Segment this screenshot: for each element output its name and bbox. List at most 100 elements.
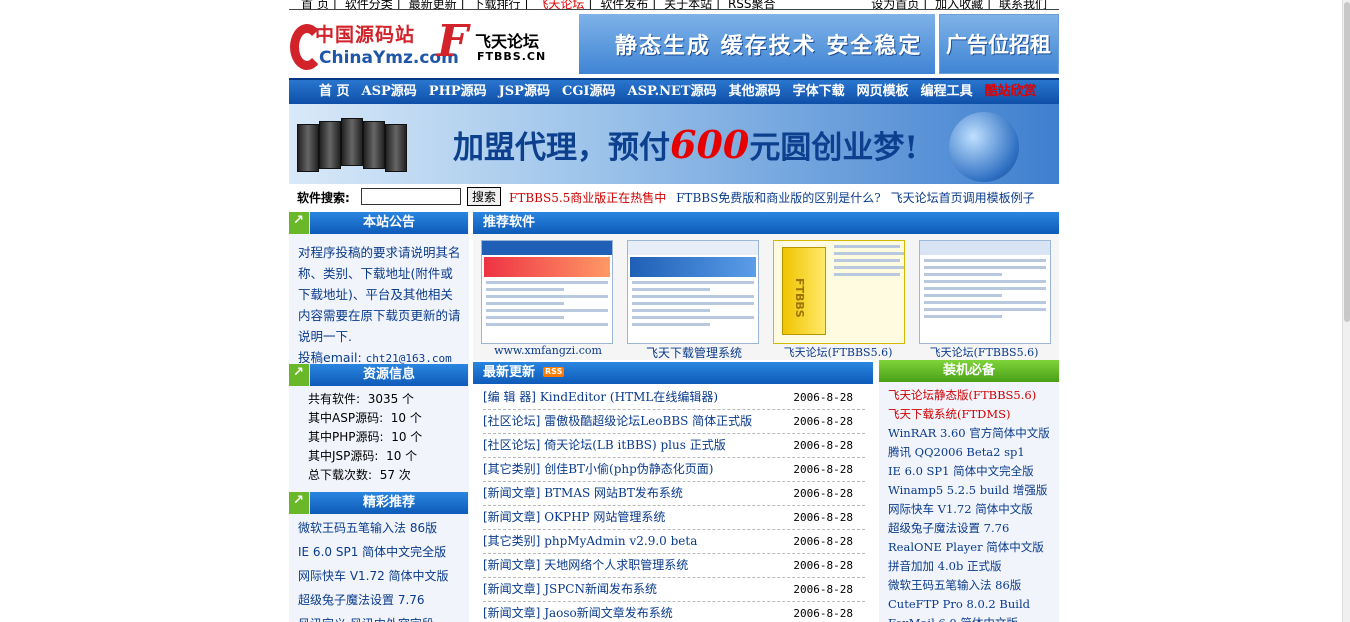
essential-item[interactable]: WinRAR 3.60 官方简体中文版 xyxy=(888,424,1058,443)
promo-link-ftbbs-sale[interactable]: FTBBS5.5商业版正在热售中 xyxy=(509,191,666,205)
slogan-banner[interactable]: 静态生成 缓存技术 安全稳定 xyxy=(579,14,935,74)
latest-item-category[interactable]: [新闻文章] xyxy=(483,582,540,596)
nav-item-asp[interactable]: ASP源码 xyxy=(362,80,417,104)
latest-item-category[interactable]: [编 辑 器] xyxy=(483,390,536,404)
nav-item-templates[interactable]: 网页模板 xyxy=(857,80,909,104)
essential-item[interactable]: 微软王码五笔输入法 86版 xyxy=(888,576,1058,595)
software-caption[interactable]: 飞天论坛(FTBBS5.6) xyxy=(763,344,913,360)
nav-item-showcase[interactable]: 酷站欣赏 xyxy=(985,80,1037,104)
top-link-set-home[interactable]: 设为首页 xyxy=(871,0,919,9)
latest-item[interactable]: [新闻文章] BTMAS 网站BT发布系统 2006-8-28 xyxy=(483,482,865,506)
software-thumbnail[interactable] xyxy=(481,240,613,344)
essential-item[interactable]: RealONE Player 简体中文版 xyxy=(888,538,1058,557)
latest-item[interactable]: [其它类别] phpMyAdmin v2.9.0 beta 2006-8-28 xyxy=(483,530,865,554)
promo-link-ftbbs-diff[interactable]: FTBBS免费版和商业版的区别是什么? xyxy=(676,191,881,205)
latest-item-title[interactable]: JSPCN新闻发布系统 xyxy=(544,582,657,596)
nav-item-other[interactable]: 其他源码 xyxy=(729,80,781,104)
top-link-about[interactable]: 关于本站 xyxy=(664,0,712,9)
essentials-list: 飞天论坛静态版(FTBBS5.6) 飞天下载系统(FTDMS) WinRAR 3.6… xyxy=(888,386,1058,622)
top-link-latest[interactable]: 最新更新 xyxy=(409,0,457,9)
latest-item[interactable]: [社区论坛] 雷傲极酷超级论坛LeoBBS 简体正式版 2006-8-28 xyxy=(483,410,865,434)
search-label: 软件搜索: xyxy=(297,191,350,205)
latest-item-date: 2006-8-28 xyxy=(793,415,853,428)
pick-item[interactable]: 风讯定义 风讯内外容字段 xyxy=(298,612,468,622)
forum-logo[interactable]: F 飞天论坛 FTBBS.CN xyxy=(435,14,575,74)
pick-item[interactable]: 超级兔子魔法设置 7.76 xyxy=(298,588,468,612)
vertical-scrollbar[interactable] xyxy=(1342,0,1350,622)
essential-item[interactable]: IE 6.0 SP1 简体中文完全版 xyxy=(888,462,1058,481)
latest-item-category[interactable]: [新闻文章] xyxy=(483,486,540,500)
pick-item[interactable]: IE 6.0 SP1 简体中文完全版 xyxy=(298,540,468,564)
nav-item-fonts[interactable]: 字体下载 xyxy=(793,80,845,104)
pick-item[interactable]: 微软王码五笔输入法 86版 xyxy=(298,516,468,540)
essential-item[interactable]: Winamp5 5.2.5 build 增强版 xyxy=(888,481,1058,500)
latest-item-title[interactable]: BTMAS 网站BT发布系统 xyxy=(544,486,683,500)
essential-item[interactable]: 拼音加加 4.0b 正式版 xyxy=(888,557,1058,576)
latest-item-title[interactable]: Jaoso新闻文章发布系统 xyxy=(544,606,673,620)
software-caption[interactable]: 飞天论坛(FTBBS5.6) xyxy=(909,344,1059,360)
search-input[interactable] xyxy=(361,188,461,205)
top-link-contact[interactable]: 联系我们 xyxy=(999,0,1047,9)
resource-value: 10 个 xyxy=(386,449,418,463)
software-caption[interactable]: www.xmfangzi.com xyxy=(473,344,623,357)
latest-item-category[interactable]: [其它类别] xyxy=(483,462,540,476)
latest-item-title[interactable]: 倚天论坛(LB itBBS) plus 正式版 xyxy=(544,438,726,452)
top-link-publish[interactable]: 软件发布 xyxy=(600,0,648,9)
top-link-rss[interactable]: RSS聚合 xyxy=(728,0,776,9)
software-caption[interactable]: 飞天下载管理系统 xyxy=(619,344,769,361)
latest-item[interactable]: [新闻文章] Jaoso新闻文章发布系统 2006-8-28 xyxy=(483,602,865,622)
essential-item[interactable]: 超级兔子魔法设置 7.76 xyxy=(888,519,1058,538)
latest-item-category[interactable]: [新闻文章] xyxy=(483,558,540,572)
latest-item-title[interactable]: OKPHP 网站管理系统 xyxy=(544,510,665,524)
resource-row: 其中ASP源码: 10 个 xyxy=(308,409,468,428)
latest-item-title[interactable]: KindEditor (HTML在线编辑器) xyxy=(540,390,718,404)
latest-item-title[interactable]: 雷傲极酷超级论坛LeoBBS 简体正式版 xyxy=(544,414,752,428)
latest-item-category[interactable]: [新闻文章] xyxy=(483,510,540,524)
latest-item-category[interactable]: [社区论坛] xyxy=(483,438,540,452)
top-link-bookmark[interactable]: 加入收藏 xyxy=(935,0,983,9)
latest-item-title[interactable]: phpMyAdmin v2.9.0 beta xyxy=(544,534,697,548)
promo-link-forum-template[interactable]: 飞天论坛首页调用模板例子 xyxy=(891,191,1035,205)
promo-banner[interactable]: 加盟代理，预付600元圆创业梦! xyxy=(289,104,1059,184)
nav-item-cgi[interactable]: CGI源码 xyxy=(562,80,616,104)
nav-item-tools[interactable]: 编程工具 xyxy=(921,80,973,104)
resource-row: 其中PHP源码: 10 个 xyxy=(308,428,468,447)
nav-item-php[interactable]: PHP源码 xyxy=(429,80,487,104)
essential-item[interactable]: CuteFTP Pro 8.0.2 Build xyxy=(888,595,1058,614)
nav-item-home[interactable]: 首 页 xyxy=(319,80,350,104)
latest-item-category[interactable]: [社区论坛] xyxy=(483,414,540,428)
latest-item[interactable]: [编 辑 器] KindEditor (HTML在线编辑器) 2006-8-28 xyxy=(483,386,865,410)
top-link-home[interactable]: 首 页 xyxy=(301,0,329,9)
essential-item[interactable]: 网际快车 V1.72 简体中文版 xyxy=(888,500,1058,519)
latest-item-category[interactable]: [其它类别] xyxy=(483,534,540,548)
rss-icon[interactable]: RSS xyxy=(543,367,565,377)
scrollbar-thumb[interactable] xyxy=(1344,2,1350,322)
resources-title: 资源信息 xyxy=(310,364,468,386)
ad-slot-banner[interactable]: 广告位招租 xyxy=(939,14,1059,74)
essential-item[interactable]: 飞天论坛静态版(FTBBS5.6) xyxy=(888,386,1058,405)
top-link-forum[interactable]: 飞天论坛 xyxy=(536,0,584,9)
software-thumbnail[interactable] xyxy=(919,240,1051,344)
latest-item[interactable]: [新闻文章] JSPCN新闻发布系统 2006-8-28 xyxy=(483,578,865,602)
site-logo[interactable]: 中国源码站 ChinaYmz.com xyxy=(289,14,459,74)
latest-item-date: 2006-8-28 xyxy=(793,607,853,620)
latest-item-category[interactable]: [新闻文章] xyxy=(483,606,540,620)
latest-item[interactable]: [新闻文章] 天地网络个人求职管理系统 2006-8-28 xyxy=(483,554,865,578)
latest-item-title[interactable]: 创佳BT小偷(php伪静态化页面) xyxy=(544,462,713,476)
software-thumbnail[interactable] xyxy=(627,240,759,344)
latest-item-title[interactable]: 天地网络个人求职管理系统 xyxy=(544,558,688,572)
essential-item[interactable]: 飞天下载系统(FTDMS) xyxy=(888,405,1058,424)
latest-item[interactable]: [社区论坛] 倚天论坛(LB itBBS) plus 正式版 2006-8-28 xyxy=(483,434,865,458)
pick-item[interactable]: 网际快车 V1.72 简体中文版 xyxy=(298,564,468,588)
nav-item-jsp[interactable]: JSP源码 xyxy=(499,80,550,104)
software-thumbnail[interactable]: FTBBS xyxy=(773,240,905,344)
search-button[interactable]: 搜索 xyxy=(467,187,501,206)
top-link-categories[interactable]: 软件分类 xyxy=(345,0,393,9)
essential-item[interactable]: FoxMail 6.0 简体中文版 xyxy=(888,614,1058,622)
latest-title: 最新更新 RSS xyxy=(473,362,873,384)
latest-item[interactable]: [其它类别] 创佳BT小偷(php伪静态化页面) 2006-8-28 xyxy=(483,458,865,482)
latest-item[interactable]: [新闻文章] OKPHP 网站管理系统 2006-8-28 xyxy=(483,506,865,530)
top-link-ranking[interactable]: 下载排行 xyxy=(472,0,520,9)
essential-item[interactable]: 腾讯 QQ2006 Beta2 sp1 xyxy=(888,443,1058,462)
nav-item-aspnet[interactable]: ASP.NET源码 xyxy=(628,80,717,104)
